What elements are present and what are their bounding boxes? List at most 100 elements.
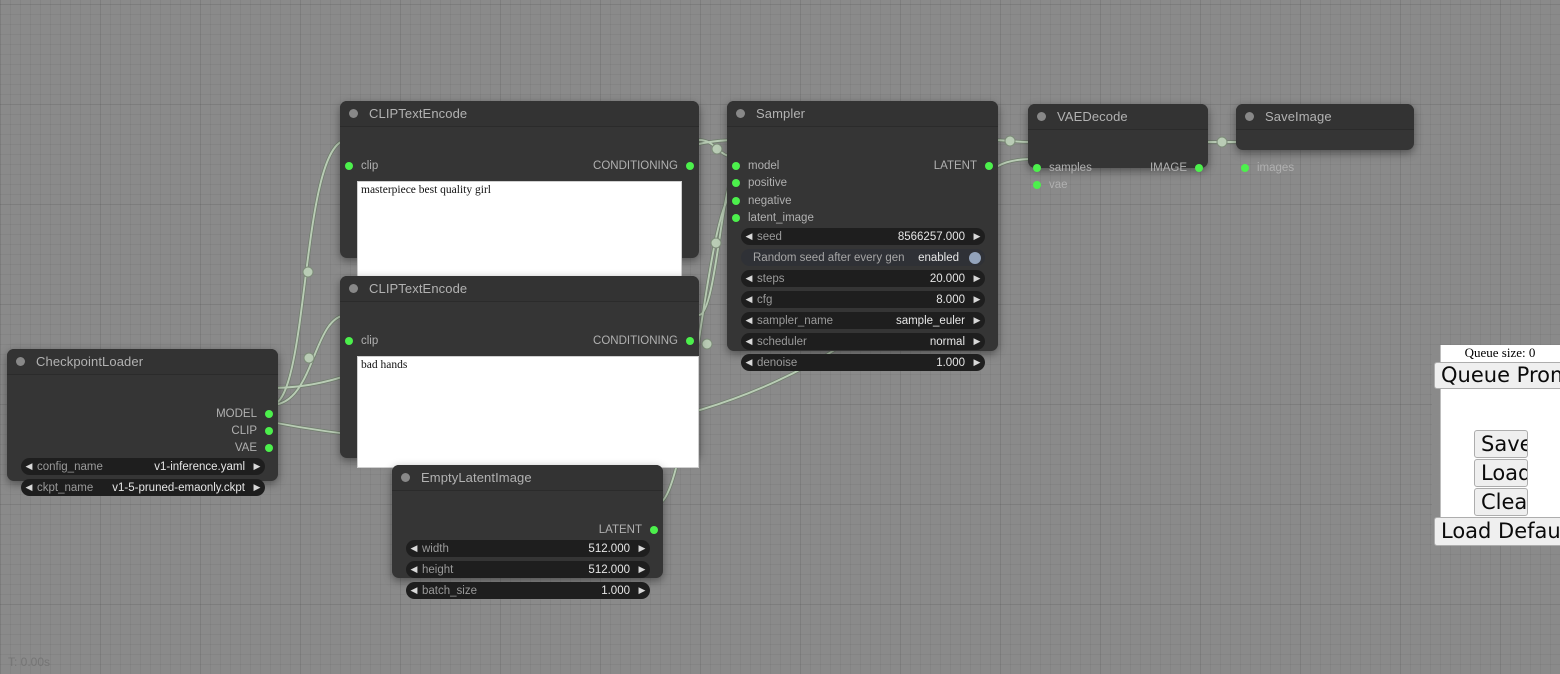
- node-collapse-dot-icon[interactable]: [1037, 112, 1046, 121]
- widget-sampler-name[interactable]: ◀ sampler_name sample_euler ▶: [741, 312, 985, 329]
- node-cliptextencode-positive[interactable]: CLIPTextEncode clip CONDITIONING masterp…: [340, 101, 699, 258]
- stepper-left-icon[interactable]: ◀: [741, 295, 757, 304]
- stepper-right-icon[interactable]: ▶: [969, 232, 985, 241]
- input-slot-samples[interactable]: samples: [1033, 161, 1092, 175]
- stepper-right-icon[interactable]: ▶: [969, 295, 985, 304]
- slot-dot-icon: [985, 162, 993, 170]
- stepper-left-icon[interactable]: ◀: [741, 232, 757, 241]
- stepper-left-icon[interactable]: ◀: [741, 274, 757, 283]
- widget-height[interactable]: ◀ height 512.000 ▶: [406, 561, 650, 578]
- output-slot-conditioning[interactable]: CONDITIONING: [593, 159, 694, 173]
- widget-cfg[interactable]: ◀ cfg 8.000 ▶: [741, 291, 985, 308]
- widget-value: v1-5-pruned-emaonly.ckpt: [112, 482, 245, 494]
- stepper-right-icon[interactable]: ▶: [249, 483, 265, 492]
- stepper-right-icon[interactable]: ▶: [969, 358, 985, 367]
- slot-label: clip: [361, 160, 378, 172]
- stepper-left-icon[interactable]: ◀: [406, 565, 422, 574]
- load-button[interactable]: Load: [1474, 459, 1528, 487]
- node-collapse-dot-icon[interactable]: [401, 473, 410, 482]
- output-slot-model[interactable]: MODEL: [216, 407, 273, 421]
- node-header[interactable]: CheckpointLoader: [7, 349, 278, 375]
- stepper-left-icon[interactable]: ◀: [21, 462, 37, 471]
- output-slot-image[interactable]: IMAGE: [1150, 161, 1203, 175]
- widget-batch-size[interactable]: ◀ batch_size 1.000 ▶: [406, 582, 650, 599]
- stepper-right-icon[interactable]: ▶: [969, 274, 985, 283]
- widget-label: Random seed after every gen: [753, 252, 918, 264]
- node-emptylatentimage[interactable]: EmptyLatentImage LATENT ◀ width 512.000 …: [392, 465, 663, 578]
- node-header[interactable]: VAEDecode: [1028, 104, 1208, 130]
- node-header[interactable]: SaveImage: [1236, 104, 1414, 130]
- widget-scheduler[interactable]: ◀ scheduler normal ▶: [741, 333, 985, 350]
- node-header[interactable]: Sampler: [727, 101, 998, 127]
- node-collapse-dot-icon[interactable]: [349, 284, 358, 293]
- stepper-left-icon[interactable]: ◀: [741, 337, 757, 346]
- widget-config-name[interactable]: ◀ config_name v1-inference.yaml ▶: [21, 458, 265, 475]
- node-collapse-dot-icon[interactable]: [736, 109, 745, 118]
- stepper-left-icon[interactable]: ◀: [741, 316, 757, 325]
- input-slot-images[interactable]: images: [1241, 161, 1294, 175]
- node-checkpointloader[interactable]: CheckpointLoader MODEL CLIP VAE ◀ config…: [7, 349, 278, 481]
- widget-value: 1.000: [936, 357, 965, 369]
- output-slot-latent[interactable]: LATENT: [934, 159, 993, 173]
- load-default-button[interactable]: Load Default: [1434, 517, 1560, 546]
- stepper-left-icon[interactable]: ◀: [406, 544, 422, 553]
- slot-dot-icon: [1033, 181, 1041, 189]
- stepper-left-icon[interactable]: ◀: [406, 586, 422, 595]
- input-slot-clip[interactable]: clip: [345, 334, 378, 348]
- slot-label: latent_image: [748, 212, 814, 224]
- stepper-right-icon[interactable]: ▶: [969, 337, 985, 346]
- node-collapse-dot-icon[interactable]: [1245, 112, 1254, 121]
- save-button[interactable]: Save: [1474, 430, 1528, 458]
- input-slot-clip[interactable]: clip: [345, 159, 378, 173]
- node-header[interactable]: EmptyLatentImage: [392, 465, 663, 491]
- widget-random-seed-toggle[interactable]: Random seed after every gen enabled: [741, 249, 985, 266]
- node-body: model positive negative latent_image LAT…: [727, 127, 998, 351]
- node-title: CLIPTextEncode: [369, 281, 467, 296]
- slot-dot-icon: [1195, 164, 1203, 172]
- node-header[interactable]: CLIPTextEncode: [340, 276, 699, 302]
- node-vaedecode[interactable]: VAEDecode samples vae IMAGE: [1028, 104, 1208, 168]
- widget-width[interactable]: ◀ width 512.000 ▶: [406, 540, 650, 557]
- widget-label: ckpt_name: [37, 482, 112, 494]
- node-header[interactable]: CLIPTextEncode: [340, 101, 699, 127]
- toggle-knob-icon[interactable]: [969, 252, 981, 264]
- slot-dot-icon: [1033, 164, 1041, 172]
- clear-button[interactable]: Clear: [1474, 488, 1528, 516]
- widget-value: 512.000: [588, 543, 630, 555]
- widget-value: sample_euler: [896, 315, 965, 327]
- widget-ckpt-name[interactable]: ◀ ckpt_name v1-5-pruned-emaonly.ckpt ▶: [21, 479, 265, 496]
- stepper-right-icon[interactable]: ▶: [249, 462, 265, 471]
- widget-steps[interactable]: ◀ steps 20.000 ▶: [741, 270, 985, 287]
- node-collapse-dot-icon[interactable]: [349, 109, 358, 118]
- prompt-textarea-negative[interactable]: bad hands: [357, 356, 699, 468]
- widget-denoise[interactable]: ◀ denoise 1.000 ▶: [741, 354, 985, 371]
- output-slot-conditioning[interactable]: CONDITIONING: [593, 334, 694, 348]
- input-slot-vae[interactable]: vae: [1033, 178, 1068, 192]
- stepper-right-icon[interactable]: ▶: [634, 544, 650, 553]
- input-slot-negative[interactable]: negative: [732, 194, 791, 208]
- node-collapse-dot-icon[interactable]: [16, 357, 25, 366]
- slot-label: CONDITIONING: [593, 160, 678, 172]
- slot-label: vae: [1049, 179, 1068, 191]
- widget-value: 8566257.000: [898, 231, 965, 243]
- output-slot-latent[interactable]: LATENT: [599, 523, 658, 537]
- queue-prompt-button[interactable]: Queue Prompt: [1434, 362, 1560, 389]
- stepper-right-icon[interactable]: ▶: [634, 586, 650, 595]
- node-saveimage[interactable]: SaveImage images: [1236, 104, 1414, 150]
- input-slot-positive[interactable]: positive: [732, 176, 787, 190]
- input-slot-latent-image[interactable]: latent_image: [732, 211, 814, 225]
- widget-seed[interactable]: ◀ seed 8566257.000 ▶: [741, 228, 985, 245]
- graph-canvas[interactable]: CLIPTextEncode clip CONDITIONING masterp…: [0, 0, 1560, 674]
- stepper-left-icon[interactable]: ◀: [741, 358, 757, 367]
- input-slot-model[interactable]: model: [732, 159, 779, 173]
- node-cliptextencode-negative[interactable]: CLIPTextEncode clip CONDITIONING bad han…: [340, 276, 699, 458]
- stepper-right-icon[interactable]: ▶: [969, 316, 985, 325]
- stepper-right-icon[interactable]: ▶: [634, 565, 650, 574]
- node-sampler[interactable]: Sampler model positive negative latent_i…: [727, 101, 998, 351]
- slot-dot-icon: [265, 444, 273, 452]
- output-slot-vae[interactable]: VAE: [235, 441, 273, 455]
- slot-label: negative: [748, 195, 791, 207]
- stepper-left-icon[interactable]: ◀: [21, 483, 37, 492]
- prompt-textarea-positive[interactable]: masterpiece best quality girl: [357, 181, 682, 285]
- output-slot-clip[interactable]: CLIP: [231, 424, 273, 438]
